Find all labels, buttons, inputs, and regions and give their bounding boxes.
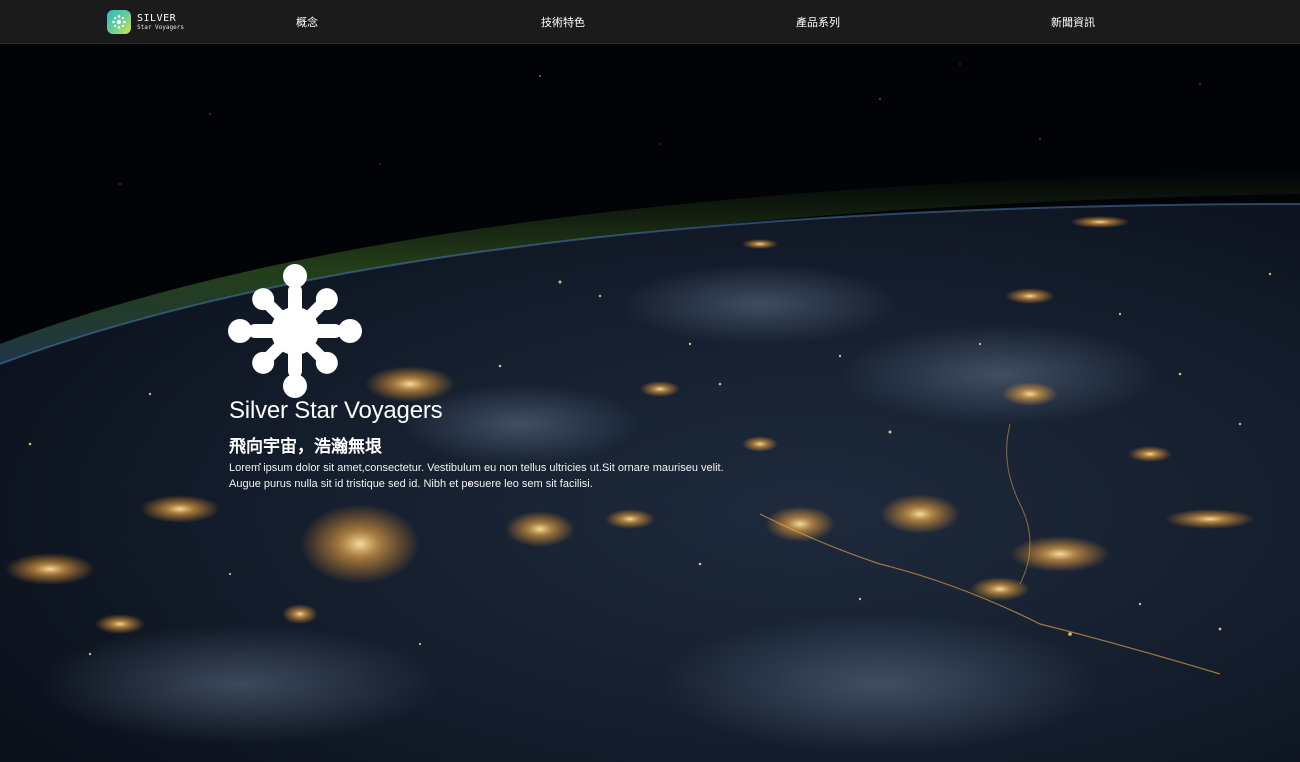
- snowflake-burst-icon: [107, 10, 131, 34]
- brand-name: SILVER: [137, 12, 177, 24]
- nav-link-products[interactable]: 產品系列: [796, 14, 840, 30]
- brand-logo[interactable]: SILVER Star Voyagers: [107, 9, 184, 35]
- hero-section: Silver Star Voyagers 飛向宇宙，浩瀚無垠 Lorem ips…: [0, 44, 1300, 762]
- hero-description-line: Augue purus nulla sit id tristique sed i…: [229, 478, 593, 490]
- nav-link-technology[interactable]: 技術特色: [541, 14, 585, 30]
- top-navbar: SILVER Star Voyagers 概念 技術特色 產品系列 新聞資訊: [0, 0, 1300, 44]
- nav-link-news[interactable]: 新聞資訊: [1051, 14, 1095, 30]
- hero-subtitle: 飛向宇宙，浩瀚無垠: [229, 437, 382, 457]
- hero-description-line: Lorem ipsum dolor sit amet,consectetur. …: [229, 462, 724, 474]
- hero-description: Lorem ipsum dolor sit amet,consectetur. …: [229, 460, 749, 492]
- hero-title: Silver Star Voyagers: [229, 397, 443, 424]
- splash-flower-icon: [228, 264, 362, 398]
- brand-tagline: Star Voyagers: [137, 23, 184, 31]
- nav-link-concept[interactable]: 概念: [296, 14, 318, 30]
- earth-at-night-background: [0, 44, 1300, 762]
